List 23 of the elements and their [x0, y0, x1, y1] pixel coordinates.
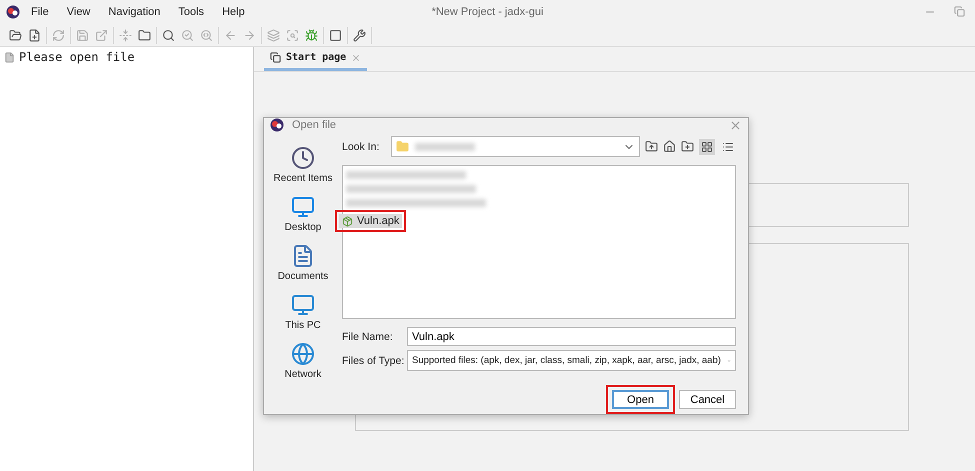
place-item[interactable]: Recent Items: [274, 146, 332, 184]
dialog-title: Open file: [292, 119, 336, 131]
place-item[interactable]: Network: [284, 342, 322, 380]
tab[interactable]: Start page: [264, 47, 368, 71]
menu-item[interactable]: File: [24, 6, 56, 18]
place-item[interactable]: Documents: [278, 244, 328, 282]
menu-item[interactable]: View: [60, 6, 98, 18]
menu-item[interactable]: Navigation: [101, 6, 168, 18]
window-title: *New Project - jadx-gui: [432, 6, 544, 18]
file-name-field[interactable]: Vuln.apk: [407, 327, 736, 346]
place-item[interactable]: This PC: [285, 293, 321, 331]
place-item[interactable]: Desktop: [284, 195, 322, 233]
cancel-button[interactable]: Cancel: [679, 390, 736, 409]
file-name-label: File Name:: [342, 330, 394, 342]
apk-file-entry[interactable]: Vuln.apk: [339, 214, 402, 228]
menu-item[interactable]: Help: [215, 6, 252, 18]
open-button[interactable]: Open: [612, 390, 669, 409]
project-tree[interactable]: Please open file: [0, 47, 254, 471]
tree-placeholder: Please open file: [19, 50, 135, 64]
file-type-label: Files of Type:: [342, 354, 402, 366]
menu-item[interactable]: Tools: [171, 6, 212, 18]
file-type-dropdown[interactable]: Supported files: (apk, dex, jar, class, smali, zip, xapk, aar, arsc, jadx, aab): [407, 350, 736, 371]
look-in-label: Look In:: [342, 140, 380, 152]
